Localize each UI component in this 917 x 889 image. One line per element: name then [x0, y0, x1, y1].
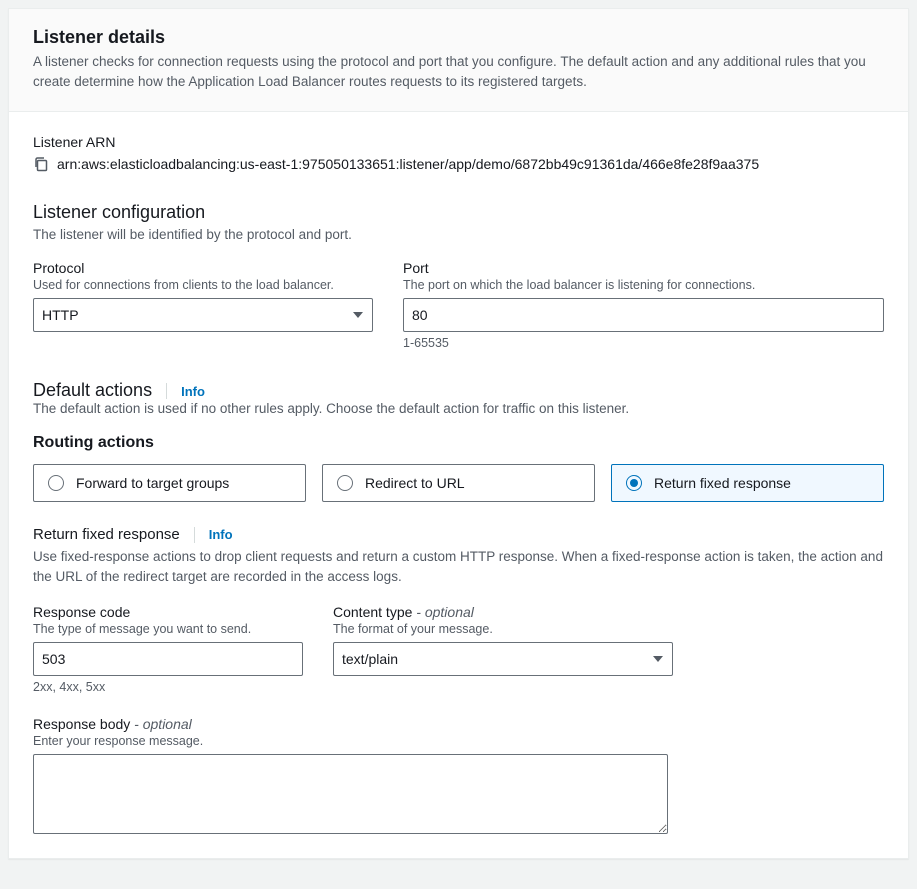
divider	[166, 383, 167, 399]
routing-option-fixed-label: Return fixed response	[654, 475, 791, 491]
port-constraint: 1-65535	[403, 336, 884, 350]
routing-option-forward-label: Forward to target groups	[76, 475, 229, 491]
default-actions-desc: The default action is used if no other r…	[33, 401, 884, 416]
page-description: A listener checks for connection request…	[33, 52, 884, 91]
listener-details-header: Listener details A listener checks for c…	[9, 9, 908, 112]
port-help: The port on which the load balancer is l…	[403, 278, 884, 292]
fixed-response-desc: Use fixed-response actions to drop clien…	[33, 547, 884, 586]
default-actions-info-link[interactable]: Info	[181, 384, 205, 399]
radio-icon	[626, 475, 642, 491]
copy-icon[interactable]	[33, 156, 49, 172]
default-actions-title: Default actions	[33, 380, 152, 401]
response-code-input[interactable]	[33, 642, 303, 676]
content-type-select[interactable]: text/plain	[333, 642, 673, 676]
routing-option-redirect-label: Redirect to URL	[365, 475, 465, 491]
port-input[interactable]	[403, 298, 884, 332]
content-type-help: The format of your message.	[333, 622, 673, 636]
protocol-help: Used for connections from clients to the…	[33, 278, 373, 292]
response-body-label: Response body - optional	[33, 716, 884, 732]
divider	[194, 527, 195, 543]
listener-arn-section: Listener ARN arn:aws:elasticloadbalancin…	[33, 134, 884, 172]
routing-option-redirect[interactable]: Redirect to URL	[322, 464, 595, 502]
response-code-help: The type of message you want to send.	[33, 622, 303, 636]
routing-actions-title: Routing actions	[33, 434, 884, 452]
routing-option-fixed-response[interactable]: Return fixed response	[611, 464, 884, 502]
listener-config-desc: The listener will be identified by the p…	[33, 227, 884, 242]
arn-value: arn:aws:elasticloadbalancing:us-east-1:9…	[57, 156, 759, 172]
response-body-help: Enter your response message.	[33, 734, 884, 748]
response-code-constraint: 2xx, 4xx, 5xx	[33, 680, 303, 694]
radio-icon	[337, 475, 353, 491]
listener-config-title: Listener configuration	[33, 202, 884, 223]
protocol-select[interactable]: HTTP	[33, 298, 373, 332]
port-label: Port	[403, 260, 884, 276]
fixed-response-info-link[interactable]: Info	[209, 527, 233, 542]
content-type-label: Content type - optional	[333, 604, 673, 620]
radio-icon	[48, 475, 64, 491]
arn-label: Listener ARN	[33, 134, 884, 150]
response-code-label: Response code	[33, 604, 303, 620]
response-body-textarea[interactable]	[33, 754, 668, 834]
routing-option-forward[interactable]: Forward to target groups	[33, 464, 306, 502]
protocol-label: Protocol	[33, 260, 373, 276]
fixed-response-title: Return fixed response	[33, 526, 180, 543]
page-title: Listener details	[33, 27, 884, 48]
